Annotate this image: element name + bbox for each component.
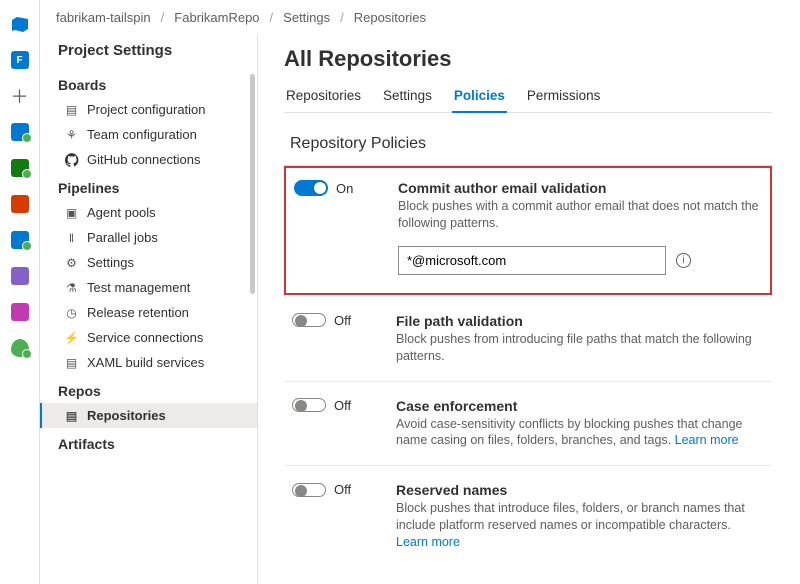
test-rail-icon[interactable] [6,154,34,182]
learn-more-link[interactable]: Learn more [396,535,460,549]
tab-bar: Repositories Settings Policies Permissio… [284,82,772,113]
toggle-email-validation[interactable] [294,180,328,196]
policy-desc: Block pushes from introducing file paths… [396,331,764,365]
app3-rail-icon[interactable] [6,298,34,326]
toggle-reserved-names[interactable] [292,483,326,497]
toggle-case-enforcement[interactable] [292,398,326,412]
scrollbar-thumb[interactable] [250,74,255,294]
policy-title: Case enforcement [396,398,764,414]
sidebar-title: Project Settings [40,34,257,69]
sidebar-item-pipeline-settings[interactable]: ⚙ Settings [40,250,257,275]
boards-rail-icon[interactable] [6,118,34,146]
sidebar-item-label: Test management [87,280,190,295]
toggle-state: Off [334,313,351,328]
azure-devops-icon[interactable] [6,10,34,38]
sidebar-item-team-config[interactable]: ⚘ Team configuration [40,122,257,147]
repo-icon: ▤ [64,408,79,423]
tab-settings[interactable]: Settings [381,82,434,113]
document-icon: ▤ [64,102,79,117]
info-icon[interactable]: i [676,253,691,268]
learn-more-link[interactable]: Learn more [675,433,739,447]
settings-sidebar: Project Settings Boards ▤ Project config… [40,34,258,584]
policy-title: File path validation [396,313,764,329]
xaml-icon: ▤ [64,355,79,370]
breadcrumb: fabrikam-tailspin / FabrikamRepo / Setti… [40,0,800,34]
sidebar-item-label: Team configuration [87,127,197,142]
tab-repositories[interactable]: Repositories [284,82,363,113]
sidebar-item-label: Project configuration [87,102,206,117]
toggle-state: Off [334,482,351,497]
pool-icon: ▣ [64,205,79,220]
sidebar-item-label: Parallel jobs [87,230,158,245]
beaker-rail-icon[interactable] [6,262,34,290]
plug-icon: ⚡ [64,330,79,345]
section-title: Repository Policies [284,113,772,165]
new-icon[interactable]: ＋ [6,82,34,110]
toggle-file-path[interactable] [292,313,326,327]
policy-desc: Block pushes with a commit author email … [398,198,764,232]
gear-icon: ⚙ [64,255,79,270]
bc-repositories[interactable]: Repositories [354,10,426,25]
tab-permissions[interactable]: Permissions [525,82,603,113]
page-title: All Repositories [284,46,772,72]
content-pane: All Repositories Repositories Settings P… [258,34,800,584]
icon-rail: F ＋ [0,0,40,584]
sidebar-item-label: XAML build services [87,355,204,370]
bc-org[interactable]: fabrikam-tailspin [56,10,151,25]
sidebar-item-label: Repositories [87,408,166,423]
group-artifacts: Artifacts [40,428,257,456]
policies-list: On Commit author email validation Block … [284,165,772,567]
project-tile[interactable]: F [6,46,34,74]
sidebar-item-label: Service connections [87,330,203,345]
highlighted-policy: On Commit author email validation Block … [284,166,772,295]
parallel-icon: ǁ [64,230,79,245]
sidebar-item-repositories[interactable]: ▤ Repositories [40,403,257,428]
retention-icon: ◷ [64,305,79,320]
policy-title: Commit author email validation [398,180,764,196]
sidebar-item-label: Release retention [87,305,189,320]
sidebar-item-test-mgmt[interactable]: ⚗ Test management [40,275,257,300]
group-boards: Boards [40,69,257,97]
sidebar-item-service-connections[interactable]: ⚡ Service connections [40,325,257,350]
sidebar-item-release-retention[interactable]: ◷ Release retention [40,300,257,325]
app2-rail-icon[interactable] [6,226,34,254]
policy-desc: Avoid case-sensitivity conflicts by bloc… [396,416,764,450]
sidebar-item-xaml[interactable]: ▤ XAML build services [40,350,257,375]
group-pipelines: Pipelines [40,172,257,200]
sidebar-item-parallel-jobs[interactable]: ǁ Parallel jobs [40,225,257,250]
team-icon: ⚘ [64,127,79,142]
toggle-state: Off [334,398,351,413]
sidebar-item-project-config[interactable]: ▤ Project configuration [40,97,257,122]
sidebar-item-label: Settings [87,255,134,270]
policy-title: Reserved names [396,482,764,498]
sidebar-item-label: GitHub connections [87,152,200,167]
sidebar-item-github[interactable]: GitHub connections [40,147,257,172]
flask-icon: ⚗ [64,280,79,295]
shield-rail-icon[interactable] [6,334,34,362]
sidebar-item-agent-pools[interactable]: ▣ Agent pools [40,200,257,225]
policy-desc: Block pushes that introduce files, folde… [396,500,764,551]
email-pattern-input[interactable] [398,246,666,275]
github-icon [64,152,79,167]
bc-settings[interactable]: Settings [283,10,330,25]
group-repos: Repos [40,375,257,403]
bc-repo[interactable]: FabrikamRepo [174,10,259,25]
tab-policies[interactable]: Policies [452,82,507,113]
toggle-state: On [336,181,353,196]
sidebar-item-label: Agent pools [87,205,156,220]
app1-rail-icon[interactable] [6,190,34,218]
